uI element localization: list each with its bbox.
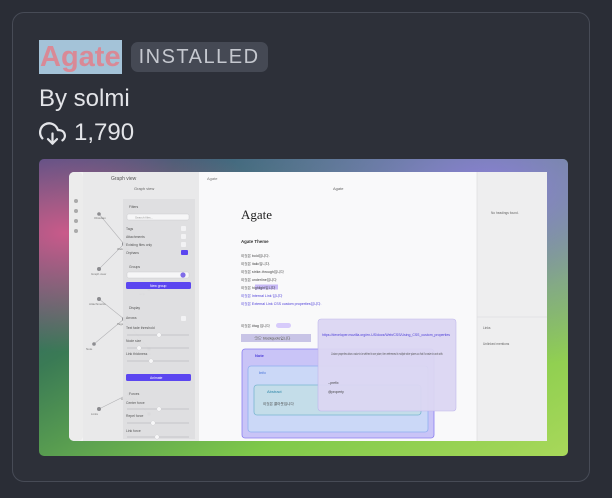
fade-label: Text fade threshold xyxy=(126,326,155,330)
graph-node-label: Tags xyxy=(117,322,124,326)
orphans-label: Orphans xyxy=(126,251,139,255)
abstract-text: 이것은 콜아웃입니다 xyxy=(263,401,294,406)
outgoing-links: Links xyxy=(483,326,491,330)
popover-text: Custom properties allow a value to be de… xyxy=(331,352,443,356)
graph-node-label: Graph view xyxy=(91,272,107,276)
display-label: Display xyxy=(129,306,140,310)
installed-badge: INSTALLED xyxy=(130,42,268,72)
repel-force-label: Repel force xyxy=(126,414,143,418)
code-blockquote: '코드' blockquote입니다 xyxy=(254,336,291,341)
animate-button[interactable]: Animate xyxy=(150,376,163,380)
info-callout-title: Info xyxy=(259,370,266,375)
download-count-value: 1,790 xyxy=(74,119,135,146)
highlight-line: 이것은 highlight입니다 xyxy=(241,285,276,290)
author: By solmi xyxy=(39,85,130,112)
graph-node-label: Attachments xyxy=(89,302,106,306)
abstract-callout-title: Abstract xyxy=(267,389,283,394)
arrows-label: Arrows xyxy=(126,316,137,320)
attachments-label: Attachments xyxy=(126,235,145,239)
bold-line: 이것은 bold입니다. xyxy=(241,253,270,258)
filters-label: Filters xyxy=(129,205,139,209)
popover-bullet: --prefix xyxy=(328,381,339,385)
graph-node-label: Note xyxy=(86,347,93,351)
groups-label: Groups xyxy=(129,265,140,269)
link-thickness-label: Link thickness xyxy=(126,352,148,356)
node-size-label: Node size xyxy=(126,339,141,343)
graph-search-input[interactable]: Search files... xyxy=(135,216,153,220)
popover-bullet: @property xyxy=(328,390,344,394)
editor-header: Agate xyxy=(333,186,344,191)
graph-node-label: Obsidian xyxy=(94,216,106,220)
center-force-label: Center force xyxy=(126,401,145,405)
new-group-button[interactable]: New group xyxy=(150,284,167,288)
tags-label: Tags xyxy=(126,227,133,231)
section-heading: Agate Theme xyxy=(241,239,269,244)
note-title: Agate xyxy=(241,207,272,222)
download-cloud-icon xyxy=(39,120,66,147)
underline-line: 이것은 underline입니다 xyxy=(241,277,277,282)
italic-line: 이것은 italic입니다. xyxy=(241,261,270,266)
unlinked-mentions: Unlinked mentions xyxy=(483,342,510,346)
theme-card[interactable]: Agate INSTALLED By solmi 1,790 Graph vie… xyxy=(12,12,590,482)
graph-tab: Graph view xyxy=(111,176,137,182)
graph-header: Graph view xyxy=(134,186,154,191)
tag-line: 이것은 #tag 입니다 xyxy=(241,323,271,328)
strike-line: 이것은 strike-through입니다 xyxy=(241,269,285,274)
popover-link[interactable]: https://developer.mozilla.org/en-US/docs… xyxy=(322,333,450,337)
forces-label: Forces xyxy=(129,392,140,396)
outline-empty: No headings found. xyxy=(491,211,519,215)
theme-name[interactable]: Agate xyxy=(39,40,122,74)
editor-tab: Agate xyxy=(207,176,218,181)
theme-preview-screenshot: Graph view Graph view Obsidian Welcome G… xyxy=(39,159,568,456)
download-count: 1,790 xyxy=(39,119,134,147)
note-callout-title: Note xyxy=(255,353,265,358)
internal-link-line[interactable]: 이것은 Internal Link 입니다 xyxy=(241,293,283,298)
title-row: Agate INSTALLED xyxy=(39,40,268,74)
existing-label: Existing files only xyxy=(126,243,152,247)
link-force-label: Link force xyxy=(126,429,141,433)
graph-node-label: Links xyxy=(91,412,99,416)
external-link-line[interactable]: 이것은 External Link CSS custom properties입… xyxy=(241,301,322,306)
